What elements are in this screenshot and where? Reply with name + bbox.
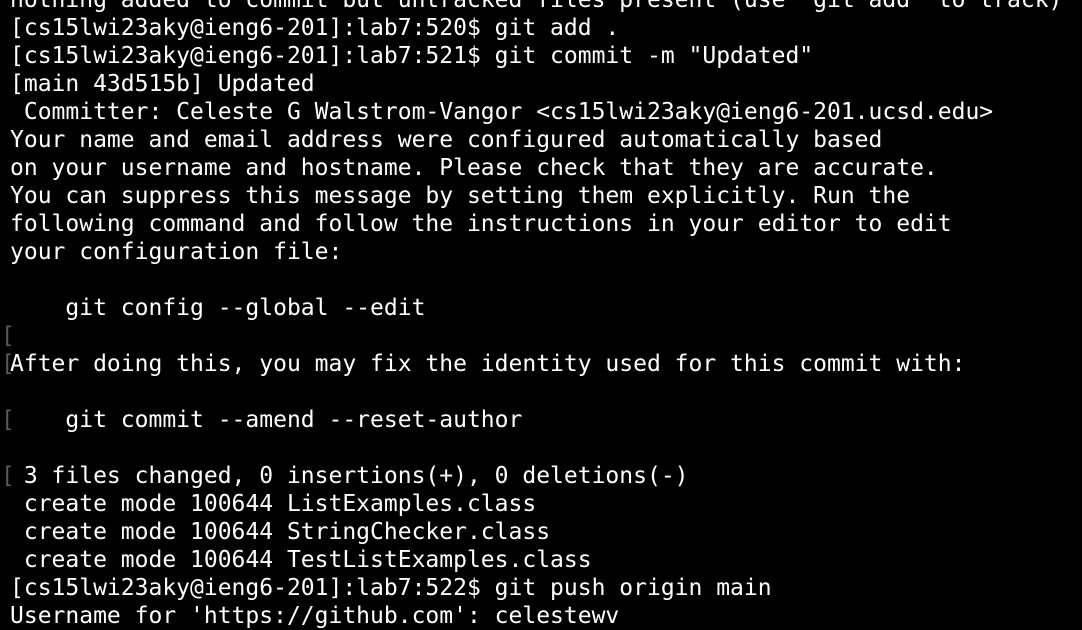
terminal-line: Your name and email address were configu…	[0, 126, 1082, 154]
line-text: Username for 'https://github.com': celes…	[10, 603, 620, 629]
terminal-line: [cs15lwi23aky@ieng6-201]:lab7:522$ git p…	[0, 574, 1082, 602]
terminal-output[interactable]: nothing added to commit but untracked fi…	[0, 0, 1082, 630]
line-text: 3 files changed, 0 insertions(+), 0 dele…	[10, 463, 689, 489]
terminal-line: create mode 100644 ListExamples.class	[0, 490, 1082, 518]
line-text: Committer: Celeste G Walstrom-Vangor <cs…	[10, 99, 994, 125]
line-text: [main 43d515b] Updated	[10, 71, 315, 97]
terminal-prompt-line[interactable]: Username for 'https://github.com': celes…	[0, 602, 1082, 630]
line-text: create mode 100644 ListExamples.class	[10, 491, 537, 517]
line-text: [cs15lwi23aky@ieng6-201]:lab7:522$ git p…	[10, 575, 772, 601]
line-text: your configuration file:	[10, 239, 343, 265]
line-text: create mode 100644 TestListExamples.clas…	[10, 547, 592, 573]
line-marker: [	[1, 323, 15, 349]
line-text: git commit --amend --reset-author	[10, 407, 523, 433]
terminal-line: Committer: Celeste G Walstrom-Vangor <cs…	[0, 98, 1082, 126]
line-text: create mode 100644 StringChecker.class	[10, 519, 551, 545]
terminal-line: [After doing this, you may fix the ident…	[0, 350, 1082, 378]
terminal-line: create mode 100644 TestListExamples.clas…	[0, 546, 1082, 574]
line-text: Your name and email address were configu…	[10, 127, 883, 153]
line-text: [cs15lwi23aky@ieng6-201]:lab7:520$ git a…	[10, 15, 620, 41]
terminal-line: [ 3 files changed, 0 insertions(+), 0 de…	[0, 462, 1082, 490]
line-text: After doing this, you may fix the identi…	[10, 351, 966, 377]
line-text: nothing added to commit but untracked fi…	[10, 0, 1063, 13]
line-marker: [	[1, 351, 15, 377]
terminal-line: on your username and hostname. Please ch…	[0, 154, 1082, 182]
terminal-line: [main 43d515b] Updated	[0, 70, 1082, 98]
line-text: git config --global --edit	[10, 295, 426, 321]
terminal-line: create mode 100644 StringChecker.class	[0, 518, 1082, 546]
terminal-line: nothing added to commit but untracked fi…	[0, 0, 1082, 14]
line-text: following command and follow the instruc…	[10, 211, 952, 237]
line-marker: [	[1, 407, 15, 433]
line-text: [cs15lwi23aky@ieng6-201]:lab7:521$ git c…	[10, 43, 814, 69]
terminal-line: [cs15lwi23aky@ieng6-201]:lab7:520$ git a…	[0, 14, 1082, 42]
terminal-line: You can suppress this message by setting…	[0, 182, 1082, 210]
terminal-line: [	[0, 322, 1082, 350]
terminal-line: git config --global --edit	[0, 294, 1082, 322]
line-marker: [	[1, 463, 15, 489]
line-text: on your username and hostname. Please ch…	[10, 155, 938, 181]
terminal-line: [ git commit --amend --reset-author	[0, 406, 1082, 434]
terminal-line: [cs15lwi23aky@ieng6-201]:lab7:521$ git c…	[0, 42, 1082, 70]
terminal-line: following command and follow the instruc…	[0, 210, 1082, 238]
line-text: You can suppress this message by setting…	[10, 183, 911, 209]
terminal-line: your configuration file:	[0, 238, 1082, 266]
